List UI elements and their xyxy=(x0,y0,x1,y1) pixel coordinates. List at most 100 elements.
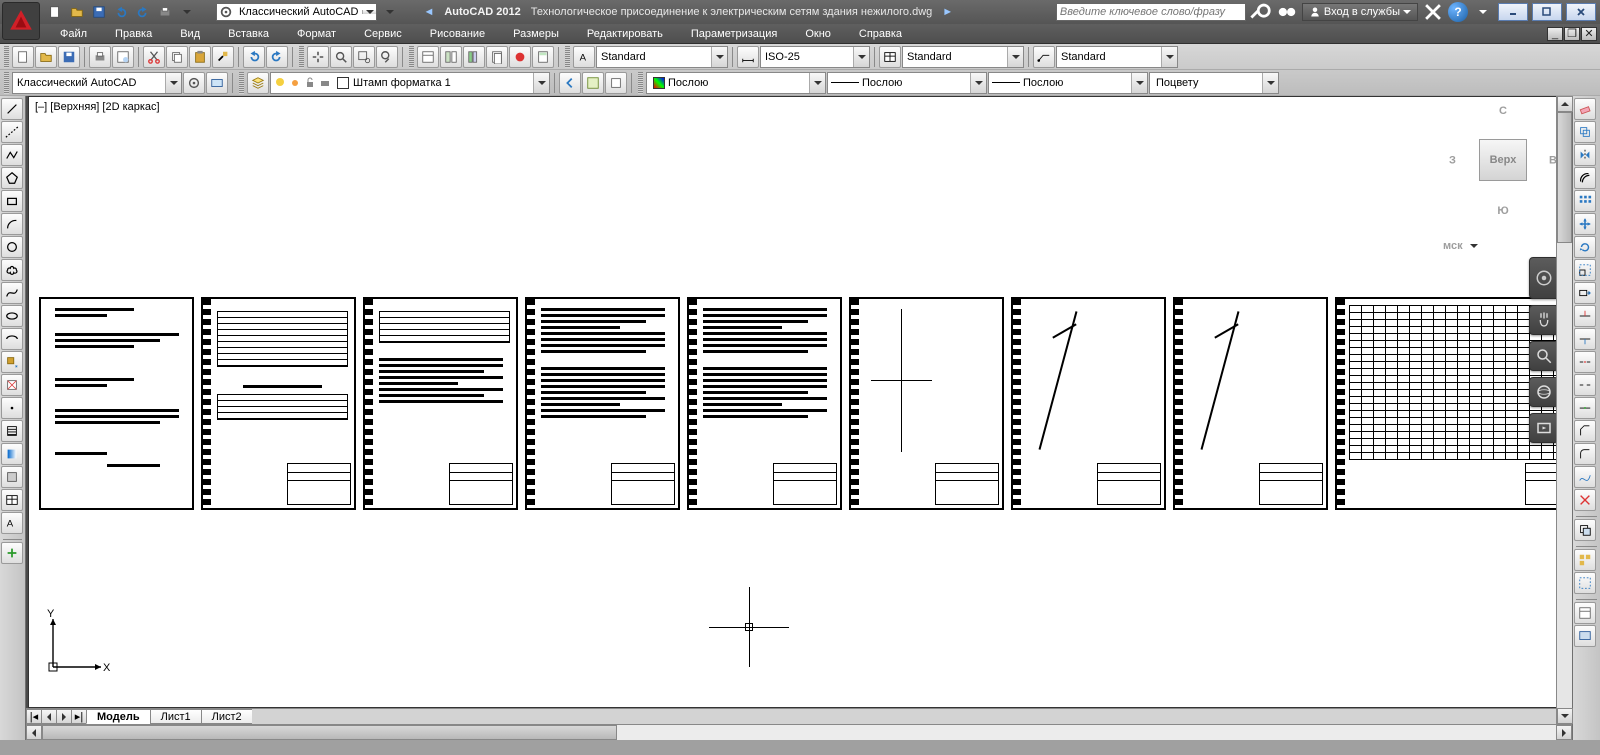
help-dropdown-icon[interactable] xyxy=(1472,3,1494,21)
menu-parametric[interactable]: Параметризация xyxy=(677,24,791,43)
construction-line-icon[interactable] xyxy=(1,121,23,143)
signin-button[interactable]: Вход в службы xyxy=(1302,3,1418,21)
scrollbar-thumb[interactable] xyxy=(42,725,617,740)
move-icon[interactable] xyxy=(1574,213,1596,235)
minimize-button[interactable] xyxy=(1498,3,1528,21)
rectangle-icon[interactable] xyxy=(1,190,23,212)
menu-window[interactable]: Окно xyxy=(791,24,845,43)
chevron-down-icon[interactable] xyxy=(970,73,986,93)
line-icon[interactable] xyxy=(1,98,23,120)
gradient-icon[interactable] xyxy=(1,443,23,465)
menu-draw[interactable]: Рисование xyxy=(416,24,499,43)
break-at-point-icon[interactable] xyxy=(1574,351,1596,373)
select-all-icon[interactable] xyxy=(1574,572,1596,594)
mdi-minimize-button[interactable]: _ xyxy=(1547,27,1563,41)
layer-properties-icon[interactable] xyxy=(247,72,269,94)
new-icon[interactable] xyxy=(12,46,34,68)
qat-undo-icon[interactable] xyxy=(112,3,130,21)
tab-nav-next-icon[interactable] xyxy=(56,709,72,724)
draw-order-icon[interactable] xyxy=(1574,519,1596,541)
zoom-realtime-icon[interactable] xyxy=(330,46,352,68)
layout-tab-2[interactable]: Лист2 xyxy=(201,709,253,724)
save-icon[interactable] xyxy=(58,46,80,68)
menu-file[interactable]: Файл xyxy=(46,24,101,43)
layer-combo[interactable]: Штамп форматка 1 xyxy=(270,72,550,94)
blend-icon[interactable] xyxy=(1574,466,1596,488)
viewcube[interactable]: С Ю В З Верх мск xyxy=(1443,103,1563,223)
menu-modify[interactable]: Редактировать xyxy=(573,24,677,43)
extend-icon[interactable] xyxy=(1574,328,1596,350)
maximize-button[interactable] xyxy=(1532,3,1562,21)
chevron-down-icon[interactable] xyxy=(362,10,376,14)
revcloud-icon[interactable] xyxy=(1,259,23,281)
ellipse-arc-icon[interactable] xyxy=(1,328,23,350)
textstyle-icon[interactable]: A xyxy=(573,46,595,68)
stretch-icon[interactable] xyxy=(1574,282,1596,304)
toolbar-grip[interactable] xyxy=(4,72,9,94)
scrollbar-thumb[interactable] xyxy=(1557,112,1572,243)
viewcube-top-face[interactable]: Верх xyxy=(1479,139,1527,181)
mleaderstyle-combo[interactable]: Standard xyxy=(1056,46,1178,68)
array-icon[interactable] xyxy=(1574,190,1596,212)
print-icon[interactable] xyxy=(89,46,111,68)
options-icon[interactable] xyxy=(1574,602,1596,624)
table-icon[interactable] xyxy=(1,489,23,511)
pan-icon[interactable] xyxy=(307,46,329,68)
scale-icon[interactable] xyxy=(1574,259,1596,281)
toolbar-grip[interactable] xyxy=(638,72,643,94)
qat-save-icon[interactable] xyxy=(90,3,108,21)
tablestyle-combo[interactable]: Standard xyxy=(902,46,1024,68)
make-block-icon[interactable] xyxy=(1,374,23,396)
toolbar-grip[interactable] xyxy=(239,72,244,94)
menu-dimension[interactable]: Размеры xyxy=(499,24,573,43)
insert-block-icon[interactable] xyxy=(1,351,23,373)
print-preview-icon[interactable] xyxy=(112,46,134,68)
tab-nav-first-icon[interactable]: |◂ xyxy=(26,709,42,724)
arc-icon[interactable] xyxy=(1,213,23,235)
layer-previous-icon[interactable] xyxy=(559,72,581,94)
chevron-down-icon[interactable] xyxy=(809,73,825,93)
menu-edit[interactable]: Правка xyxy=(101,24,166,43)
dimstyle-icon[interactable] xyxy=(737,46,759,68)
color-combo[interactable]: Послою xyxy=(646,72,826,94)
tool-palettes-icon[interactable] xyxy=(463,46,485,68)
dimstyle-combo[interactable]: ISO-25 xyxy=(760,46,870,68)
orbit-icon[interactable] xyxy=(1529,377,1559,407)
chevron-down-icon[interactable] xyxy=(1131,73,1147,93)
scroll-down-icon[interactable] xyxy=(1557,708,1573,724)
chevron-down-icon[interactable] xyxy=(711,47,727,67)
scroll-up-icon[interactable] xyxy=(1557,96,1573,112)
plotstyle-combo[interactable]: Поцвету xyxy=(1149,72,1279,94)
textstyle-combo[interactable]: Standard xyxy=(596,46,728,68)
toolbar-grip[interactable] xyxy=(565,46,570,68)
zoom-window-icon[interactable] xyxy=(353,46,375,68)
qat-open-icon[interactable] xyxy=(68,3,86,21)
break-icon[interactable] xyxy=(1574,374,1596,396)
tab-nav-prev-icon[interactable] xyxy=(41,709,57,724)
chevron-down-icon[interactable] xyxy=(533,73,549,93)
mirror-icon[interactable] xyxy=(1574,144,1596,166)
polyline-icon[interactable] xyxy=(1,144,23,166)
horizontal-scrollbar[interactable] xyxy=(26,724,1572,740)
open-icon[interactable] xyxy=(35,46,57,68)
viewcube-wcs[interactable]: мск xyxy=(1443,239,1481,253)
mleaderstyle-icon[interactable] xyxy=(1033,46,1055,68)
qat-new-icon[interactable] xyxy=(46,3,64,21)
pan-icon[interactable] xyxy=(1529,305,1559,335)
explode-icon[interactable] xyxy=(1574,489,1596,511)
add-selected-icon[interactable] xyxy=(1,542,23,564)
join-icon[interactable] xyxy=(1574,397,1596,419)
scroll-left-icon[interactable] xyxy=(26,725,42,740)
menu-format[interactable]: Формат xyxy=(283,24,350,43)
zoom-extents-icon[interactable] xyxy=(1529,341,1559,371)
help-icon[interactable]: ? xyxy=(1448,2,1468,22)
ellipse-icon[interactable] xyxy=(1,305,23,327)
properties-icon[interactable] xyxy=(417,46,439,68)
qat-redo-icon[interactable] xyxy=(134,3,152,21)
exchange-icon[interactable] xyxy=(1422,3,1444,21)
menu-tools[interactable]: Сервис xyxy=(350,24,416,43)
polygon-icon[interactable] xyxy=(1,167,23,189)
toolbar-grip[interactable] xyxy=(299,46,304,68)
chevron-down-icon[interactable] xyxy=(1262,73,1278,93)
match-properties-icon[interactable] xyxy=(212,46,234,68)
